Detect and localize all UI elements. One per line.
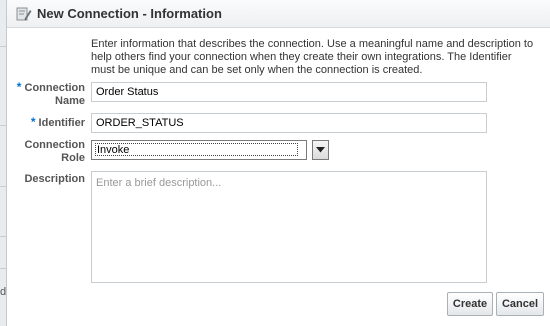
- required-marker: *: [16, 80, 22, 94]
- identifier-value: ORDER_STATUS: [96, 117, 184, 129]
- intro-description: Enter information that describes the con…: [91, 38, 534, 76]
- connection-name-value: Order Status: [96, 86, 159, 98]
- connection-role-selected-value: Invoke: [95, 143, 298, 156]
- description-placeholder: Enter a brief description...: [96, 177, 222, 189]
- dialog-header: New Connection - Information: [7, 0, 550, 28]
- dialog-title: New Connection - Information: [37, 6, 222, 21]
- connection-role-label: Connection Role: [24, 139, 86, 164]
- chevron-down-icon: [316, 147, 325, 153]
- cancel-button[interactable]: Cancel: [496, 292, 544, 316]
- connection-role-select[interactable]: Invoke: [91, 140, 307, 160]
- description-textarea[interactable]: Enter a brief description...: [91, 171, 487, 283]
- connection-name-input[interactable]: Order Status: [91, 82, 487, 102]
- new-connection-dialog: New Connection - Information Enter infor…: [6, 0, 550, 326]
- identifier-label: * Identifier: [30, 115, 85, 130]
- identifier-input[interactable]: ORDER_STATUS: [91, 113, 487, 133]
- create-button[interactable]: Create: [447, 292, 493, 316]
- connection-role-dropdown-button[interactable]: [312, 140, 329, 160]
- edit-pencil-icon: [16, 6, 32, 22]
- description-label: Description: [24, 173, 85, 185]
- connection-name-label: * Connection Name: [16, 80, 85, 108]
- required-marker: *: [30, 115, 36, 129]
